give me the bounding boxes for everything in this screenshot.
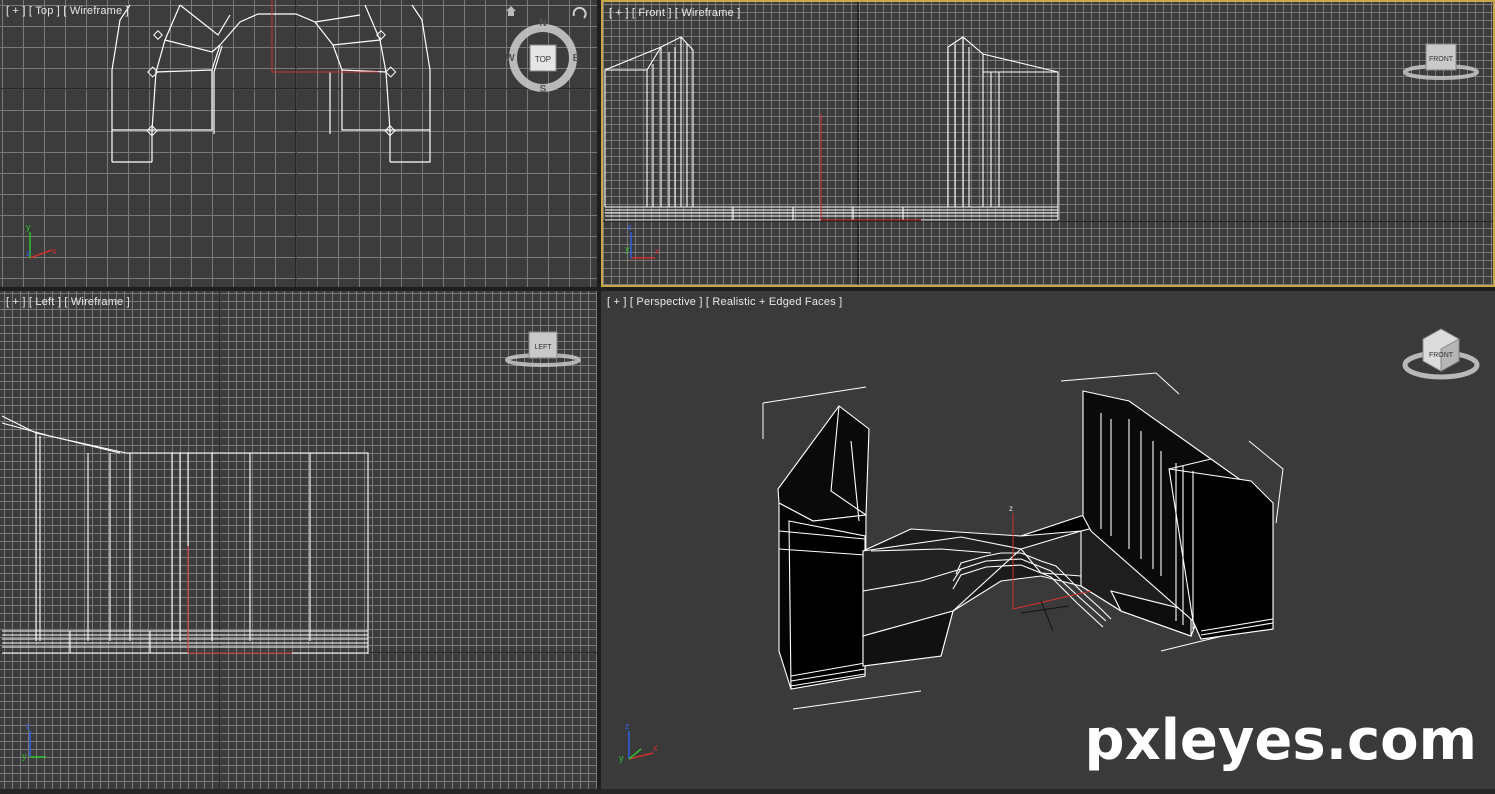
- svg-text:FRONT: FRONT: [1429, 56, 1454, 63]
- viewport-label-top[interactable]: [ + ] [ Top ] [ Wireframe ]: [6, 5, 129, 17]
- compass-west-label: W: [506, 53, 515, 64]
- viewcube-top[interactable]: TOP N S E W: [506, 18, 580, 92]
- compass-south-label: S: [540, 84, 547, 92]
- status-bar-strip: [0, 789, 1495, 794]
- compass-north-label: N: [539, 18, 546, 29]
- viewport-front[interactable]: x z y [ + ] [ Front ] [ Wireframe ] FRON…: [601, 0, 1495, 287]
- svg-text:y: y: [619, 753, 624, 763]
- svg-text:z: z: [627, 222, 632, 232]
- viewport-label-front[interactable]: [ + ] [ Front ] [ Wireframe ]: [609, 7, 740, 19]
- front-axis-tripod: x z y: [625, 222, 660, 259]
- compass-east-label: E: [573, 53, 580, 64]
- viewcube-left[interactable]: LEFT: [503, 328, 583, 370]
- top-axis-tripod: x y z: [26, 222, 57, 259]
- svg-text:y: y: [22, 751, 27, 761]
- svg-text:LEFT: LEFT: [534, 344, 552, 351]
- left-axis-tripod: z y: [22, 721, 46, 761]
- svg-text:z: z: [26, 721, 31, 731]
- viewport-label-perspective[interactable]: [ + ] [ Perspective ] [ Realistic + Edge…: [607, 296, 842, 308]
- viewport-top[interactable]: x y z [ + ] [ Top ] [ Wireframe ] TOP N …: [0, 0, 597, 287]
- front-wireframe-scene: x z y: [603, 2, 1493, 285]
- svg-text:z: z: [1009, 504, 1013, 513]
- viewport-perspective[interactable]: z x z y [ + ] [ Perspective ] [ Realisti…: [601, 291, 1495, 789]
- perspective-axis-tripod: x z y: [619, 721, 658, 763]
- svg-text:x: x: [52, 246, 57, 256]
- svg-text:FRONT: FRONT: [1429, 352, 1454, 359]
- svg-text:z: z: [625, 721, 630, 731]
- svg-text:TOP: TOP: [535, 55, 551, 64]
- watermark: pxleyes.com: [1084, 708, 1478, 773]
- viewcube-front[interactable]: FRONT: [1401, 40, 1481, 82]
- viewport-left[interactable]: z y [ + ] [ Left ] [ Wireframe ] LEFT: [0, 291, 597, 789]
- viewcube-perspective[interactable]: FRONT: [1401, 321, 1481, 385]
- svg-text:y: y: [625, 244, 630, 254]
- svg-text:y: y: [26, 222, 31, 232]
- viewport-label-left[interactable]: [ + ] [ Left ] [ Wireframe ]: [6, 296, 130, 308]
- rotate-view-icon[interactable]: [570, 4, 590, 24]
- svg-text:z: z: [26, 248, 31, 258]
- home-icon[interactable]: [505, 5, 517, 17]
- svg-text:x: x: [655, 246, 660, 256]
- svg-text:x: x: [653, 743, 658, 753]
